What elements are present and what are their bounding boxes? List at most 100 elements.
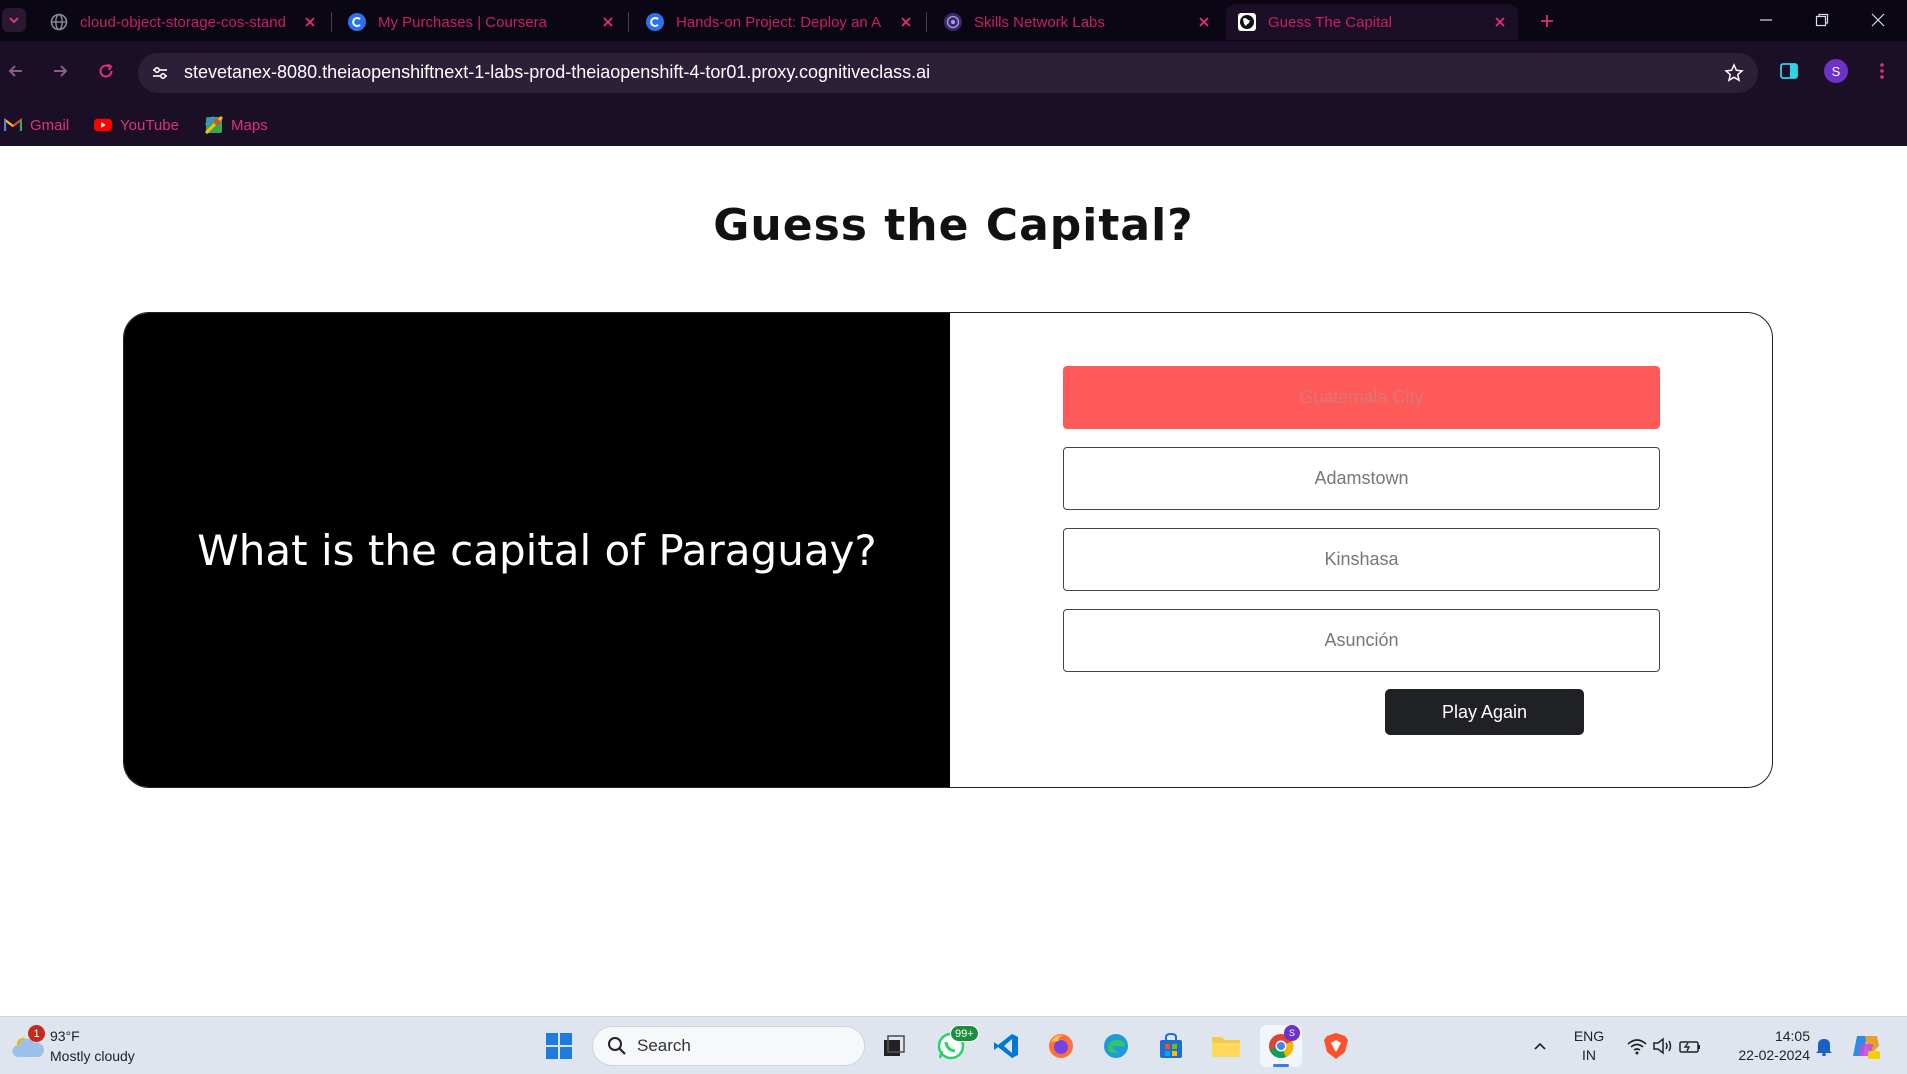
skills-network-icon xyxy=(944,13,962,31)
bookmark-youtube[interactable]: YouTube xyxy=(94,113,179,137)
plus-icon xyxy=(1541,15,1553,27)
minimize-icon xyxy=(1760,19,1772,21)
active-app-indicator xyxy=(1273,1064,1289,1067)
bookmark-gmail[interactable]: Gmail xyxy=(4,113,69,137)
tab-guess-the-capital[interactable]: Guess The Capital xyxy=(1226,4,1518,40)
side-panel-button[interactable] xyxy=(1775,57,1803,85)
gmail-icon xyxy=(4,117,22,133)
edge-app[interactable] xyxy=(1095,1025,1137,1067)
clock[interactable]: 14:05 22-02-2024 xyxy=(1718,1025,1810,1067)
web-page: Guess the Capital? What is the capital o… xyxy=(0,146,1907,1016)
bookmarks-bar: Gmail YouTube Maps xyxy=(0,105,1907,146)
answers-panel: Guatemala City Adamstown Kinshasa Asunci… xyxy=(950,313,1772,787)
tab-title: Guess The Capital xyxy=(1268,13,1392,31)
store-app[interactable] xyxy=(1150,1025,1192,1067)
show-hidden-icons-button[interactable] xyxy=(1528,1025,1552,1067)
vscode-app[interactable] xyxy=(985,1025,1027,1067)
tab-cloud-object-storage[interactable]: cloud-object-storage-cos-stand xyxy=(38,4,328,40)
close-icon[interactable] xyxy=(1492,14,1508,30)
wifi-icon xyxy=(1627,1039,1647,1055)
weather-condition: Mostly cloudy xyxy=(50,1048,135,1064)
coursera-icon xyxy=(646,13,664,31)
firefox-icon xyxy=(1049,1034,1073,1058)
answer-option-2[interactable]: Adamstown xyxy=(1063,447,1660,510)
bookmark-star-icon[interactable] xyxy=(1722,61,1746,85)
tab-title: cloud-object-storage-cos-stand xyxy=(80,13,286,31)
restore-button[interactable] xyxy=(1794,0,1850,40)
side-panel-icon xyxy=(1780,63,1798,79)
tab-skills-network-labs[interactable]: Skills Network Labs xyxy=(932,4,1222,40)
taskbar-search[interactable]: Search xyxy=(592,1026,865,1066)
question-panel: What is the capital of Paraguay? xyxy=(124,313,950,787)
address-bar[interactable]: stevetanex-8080.theiaopenshiftnext-1-lab… xyxy=(138,53,1758,93)
firefox-app[interactable] xyxy=(1040,1025,1082,1067)
forward-button[interactable] xyxy=(46,57,74,85)
arrow-left-icon xyxy=(8,65,22,77)
cloud-icon: 1 xyxy=(10,1025,46,1061)
vscode-icon xyxy=(994,1034,1018,1058)
close-icon[interactable] xyxy=(898,14,914,30)
close-icon[interactable] xyxy=(302,14,318,30)
tab-title: Hands-on Project: Deploy an A xyxy=(676,13,882,31)
tab-search-button[interactable] xyxy=(2,8,26,32)
back-button[interactable] xyxy=(2,57,30,85)
quick-settings[interactable] xyxy=(1622,1025,1706,1067)
tab-divider xyxy=(331,12,332,32)
tab-title: My Purchases | Coursera xyxy=(378,13,547,31)
maps-icon xyxy=(205,116,223,134)
brave-app[interactable] xyxy=(1315,1025,1357,1067)
unread-badge: 99+ xyxy=(950,1025,979,1042)
clock-time: 14:05 xyxy=(1774,1028,1810,1044)
task-view-button[interactable] xyxy=(873,1025,915,1067)
weather-text: 93°F Mostly cloudy xyxy=(50,1026,135,1066)
battery-icon xyxy=(1679,1041,1700,1053)
chrome-app[interactable]: S xyxy=(1260,1025,1302,1067)
page-title: Guess the Capital? xyxy=(713,200,1194,251)
tab-hands-on-project[interactable]: Hands-on Project: Deploy an A xyxy=(634,4,924,40)
tab-my-purchases[interactable]: My Purchases | Coursera xyxy=(336,4,626,40)
minimize-button[interactable] xyxy=(1738,0,1794,40)
notifications-button[interactable] xyxy=(1812,1025,1836,1067)
edge-icon xyxy=(1104,1034,1128,1058)
site-info-icon[interactable] xyxy=(148,61,172,85)
folder-icon xyxy=(1212,1037,1240,1057)
restore-icon xyxy=(1815,13,1829,27)
answer-option-1[interactable]: Guatemala City xyxy=(1063,366,1660,429)
answer-option-3[interactable]: Kinshasa xyxy=(1063,528,1660,591)
reload-button[interactable] xyxy=(92,57,120,85)
copilot-icon xyxy=(1853,1036,1880,1059)
globe-bw-icon xyxy=(1238,13,1256,31)
file-explorer-app[interactable] xyxy=(1205,1025,1247,1067)
new-tab-button[interactable] xyxy=(1534,8,1560,34)
play-again-button[interactable]: Play Again xyxy=(1385,689,1584,735)
weather-temp: 93°F xyxy=(50,1028,80,1044)
close-icon[interactable] xyxy=(1196,14,1212,30)
bookmark-maps[interactable]: Maps xyxy=(205,113,268,137)
profile-button[interactable]: S xyxy=(1822,57,1850,85)
chrome-menu-button[interactable] xyxy=(1868,57,1896,85)
more-vertical-icon xyxy=(1880,63,1884,79)
tab-strip: cloud-object-storage-cos-stand My Purcha… xyxy=(0,0,1907,41)
answer-option-4[interactable]: Asunción xyxy=(1063,609,1660,672)
bookmark-label: YouTube xyxy=(120,116,179,134)
search-icon xyxy=(608,1037,626,1055)
search-label: Search xyxy=(637,1036,691,1055)
store-icon xyxy=(1160,1032,1182,1058)
tab-divider xyxy=(628,12,629,32)
close-window-button[interactable] xyxy=(1850,0,1906,40)
bookmark-label: Gmail xyxy=(30,116,70,134)
chrome-profile-badge: S xyxy=(1284,1025,1300,1041)
question-text: What is the capital of Paraguay? xyxy=(197,525,877,575)
weather-widget[interactable]: 1 93°F Mostly cloudy xyxy=(10,1025,135,1067)
language-indicator[interactable]: ENG IN xyxy=(1567,1025,1611,1067)
whatsapp-app[interactable]: 99+ xyxy=(930,1025,979,1067)
tab-title: Skills Network Labs xyxy=(974,13,1105,31)
start-button[interactable] xyxy=(538,1025,580,1067)
coursera-icon xyxy=(348,13,366,31)
brave-icon xyxy=(1324,1033,1348,1059)
copilot-button[interactable] xyxy=(1848,1025,1884,1067)
arrow-right-icon xyxy=(54,65,68,77)
youtube-icon xyxy=(94,117,112,133)
url-text[interactable]: stevetanex-8080.theiaopenshiftnext-1-lab… xyxy=(184,62,930,83)
close-icon[interactable] xyxy=(600,14,616,30)
